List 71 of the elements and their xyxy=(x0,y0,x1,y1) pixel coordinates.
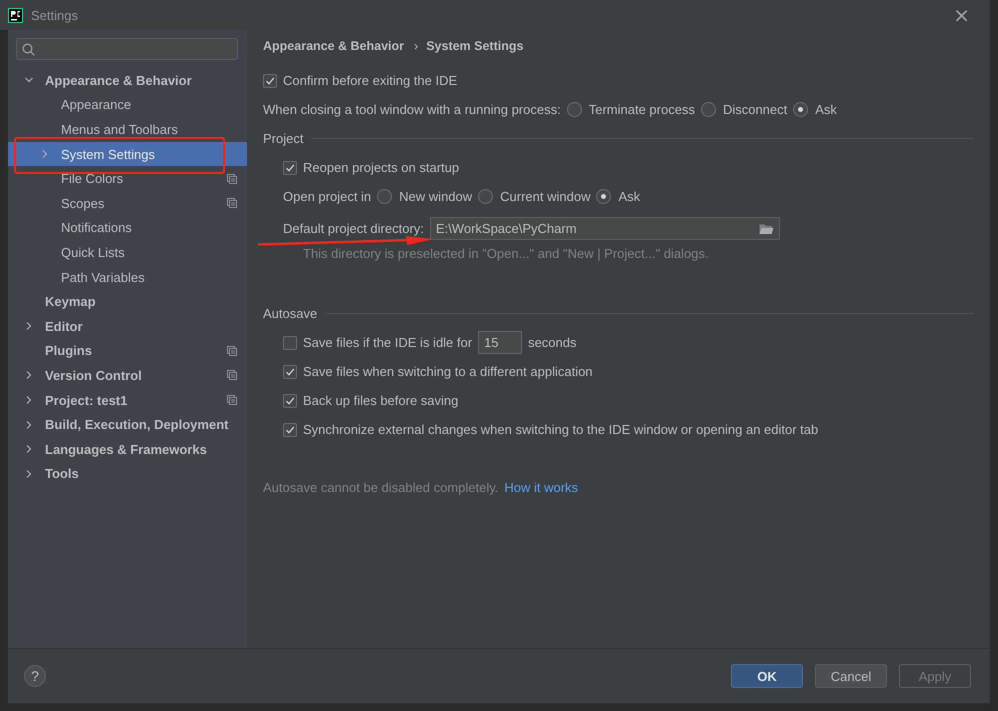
radio-label: Ask xyxy=(618,189,640,204)
checkbox[interactable] xyxy=(283,422,297,436)
checkbox[interactable] xyxy=(283,364,297,378)
checkbox-label: Save files if the IDE is idle for xyxy=(303,335,472,350)
hint-text: This directory is preselected in "Open..." and "New | Project..." dialogs. xyxy=(302,246,710,263)
checkbox[interactable] xyxy=(263,74,277,88)
close-button[interactable]: × xyxy=(949,4,974,26)
breadcrumb-item: System Settings xyxy=(426,39,524,53)
section-title: Project xyxy=(263,131,304,146)
chevron-icon xyxy=(24,370,34,380)
tree-item[interactable]: Version Control xyxy=(8,363,247,388)
option-label: Open project in xyxy=(283,189,372,204)
radio-label: Terminate process xyxy=(588,102,695,117)
checkbox-label: Reopen projects on startup xyxy=(303,160,460,175)
chevron-icon xyxy=(24,321,34,332)
folder-icon xyxy=(758,222,774,234)
tree-item[interactable]: Keymap xyxy=(8,289,247,314)
chevron-icon xyxy=(40,149,50,160)
directory-field[interactable]: E:\WorkSpace\PyCharm xyxy=(430,217,780,240)
radio-button[interactable] xyxy=(793,102,808,117)
seconds-field[interactable]: 15 xyxy=(478,331,522,354)
how-it-works-link[interactable]: How it works xyxy=(504,480,578,495)
tree-item[interactable]: Tools xyxy=(8,462,247,486)
tree-item[interactable]: Notifications xyxy=(8,216,247,240)
tree-item[interactable]: File Colors xyxy=(8,166,247,191)
chevron-icon xyxy=(24,395,34,406)
checkbox-label: Back up files before saving xyxy=(303,393,458,408)
dialog-button[interactable]: OK xyxy=(731,664,803,688)
checkbox-label: Synchronize external changes when switching to the IDE window or opening an editor tab xyxy=(303,422,818,437)
radio-label: Disconnect xyxy=(722,102,788,117)
tree-item[interactable]: Menus and Toolbars xyxy=(8,117,247,142)
option-label: When closing a tool window with a running process: xyxy=(263,102,561,117)
tree-item[interactable]: System Settings xyxy=(8,142,247,166)
radio-button[interactable] xyxy=(700,102,716,117)
help-button[interactable]: ? xyxy=(24,665,46,687)
checkbox-label: Confirm before exiting the IDE xyxy=(283,73,458,88)
chevron-icon xyxy=(24,444,34,454)
radio-button[interactable] xyxy=(478,189,494,204)
search-icon xyxy=(22,42,35,56)
tree-item[interactable]: Editor xyxy=(8,314,247,339)
radio-label: New window xyxy=(399,189,472,204)
radio-label: Current window xyxy=(500,189,590,204)
breadcrumb-separator: › xyxy=(414,39,418,53)
chevron-icon xyxy=(24,420,34,430)
checkbox[interactable] xyxy=(283,394,297,408)
tree-item[interactable]: Appearance xyxy=(8,92,247,118)
note-text: Autosave cannot be disabled completely. xyxy=(263,480,498,495)
breadcrumb-item: Appearance & Behavior xyxy=(263,39,404,53)
tree-item[interactable]: Project: test1 xyxy=(8,388,247,412)
radio-button[interactable] xyxy=(377,189,392,204)
checkbox[interactable] xyxy=(283,160,297,174)
radio-button[interactable] xyxy=(566,102,582,117)
search-field[interactable] xyxy=(16,38,238,60)
tree-item[interactable]: Scopes xyxy=(8,190,247,216)
tree-item[interactable]: Path Variables xyxy=(8,264,247,290)
tree-item[interactable]: Plugins xyxy=(8,338,247,364)
checkbox[interactable] xyxy=(283,336,297,350)
section-title: Autosave xyxy=(263,306,318,321)
tree-item[interactable]: Appearance & Behavior xyxy=(8,68,247,93)
tree-item[interactable]: Build, Execution, Deployment xyxy=(8,412,247,437)
chevron-icon xyxy=(24,468,34,479)
tree-item[interactable]: Quick Lists xyxy=(8,240,247,265)
app-logo-icon xyxy=(8,8,23,22)
tree-item[interactable]: Languages & Frameworks xyxy=(8,436,247,462)
radio-button[interactable] xyxy=(596,189,612,204)
checkbox-label: Save files when switching to a different application xyxy=(303,364,593,379)
dialog-button[interactable]: Cancel xyxy=(815,664,887,688)
radio-label: Ask xyxy=(815,102,837,117)
unit-label: seconds xyxy=(528,335,576,350)
window-title: Settings xyxy=(31,8,78,22)
field-label: Default project directory: xyxy=(283,221,424,236)
